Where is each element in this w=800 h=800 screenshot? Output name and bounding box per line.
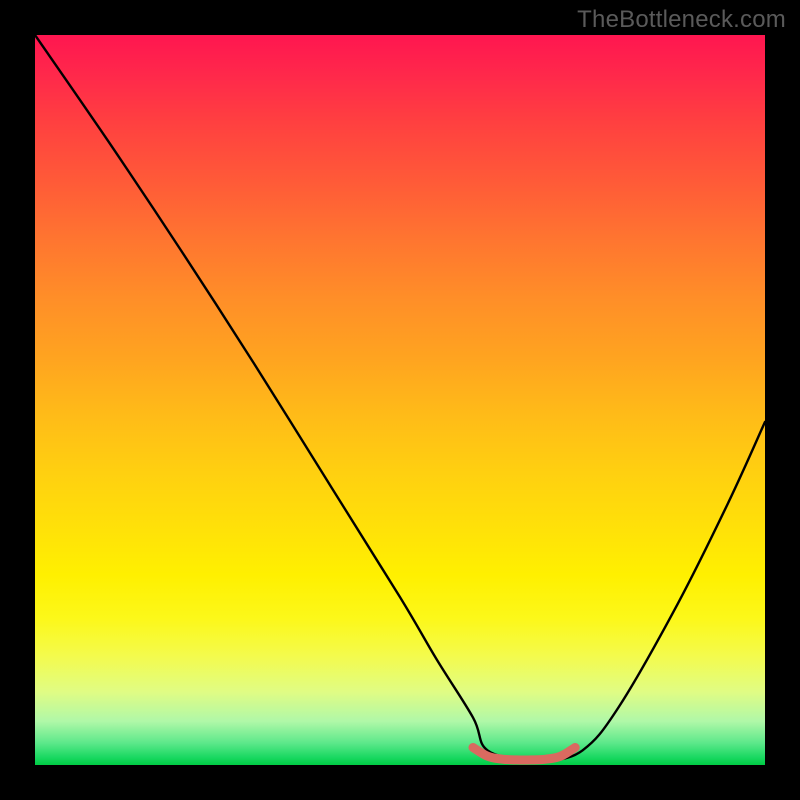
watermark-text: TheBottleneck.com bbox=[577, 6, 786, 34]
plot-area bbox=[35, 35, 765, 765]
bottleneck-accent bbox=[473, 747, 575, 760]
bottleneck-curve bbox=[35, 35, 765, 763]
chart-svg bbox=[35, 35, 765, 765]
